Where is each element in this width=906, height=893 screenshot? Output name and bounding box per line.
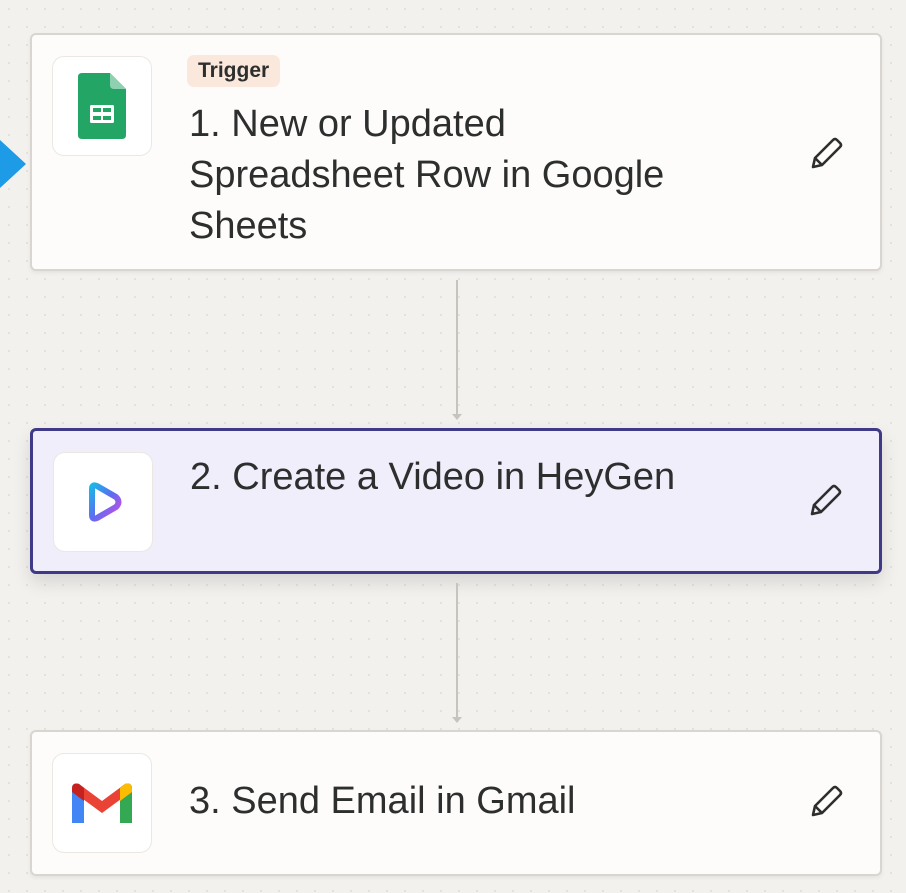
pencil-icon: [810, 484, 842, 516]
step-title: 3. Send Email in Gmail: [189, 780, 576, 822]
gmail-icon: [52, 753, 152, 853]
connector-arrow-icon: [452, 717, 462, 723]
step-title: 2. Create a Video in HeyGen: [190, 456, 676, 498]
google-sheets-icon: [52, 56, 152, 156]
step-card-heygen[interactable]: 2. Create a Video in HeyGen: [30, 428, 882, 574]
connector-arrow-icon: [452, 414, 462, 420]
step-title: 1. New or Updated Spreadsheet Row in Goo…: [189, 103, 665, 247]
edit-step-button[interactable]: [798, 774, 854, 830]
pencil-icon: [811, 785, 843, 817]
step-connector: [452, 280, 462, 420]
selection-arrow-icon: [0, 140, 26, 188]
edit-step-button[interactable]: [797, 473, 853, 529]
trigger-badge: Trigger: [187, 55, 281, 88]
heygen-icon: [53, 452, 153, 552]
step-card-trigger[interactable]: Trigger 1. New or Updated Spreadsheet Ro…: [30, 33, 882, 271]
step-connector: [452, 583, 462, 723]
edit-step-button[interactable]: [798, 126, 854, 182]
step-card-gmail[interactable]: 3. Send Email in Gmail: [30, 730, 882, 876]
pencil-icon: [811, 137, 843, 169]
